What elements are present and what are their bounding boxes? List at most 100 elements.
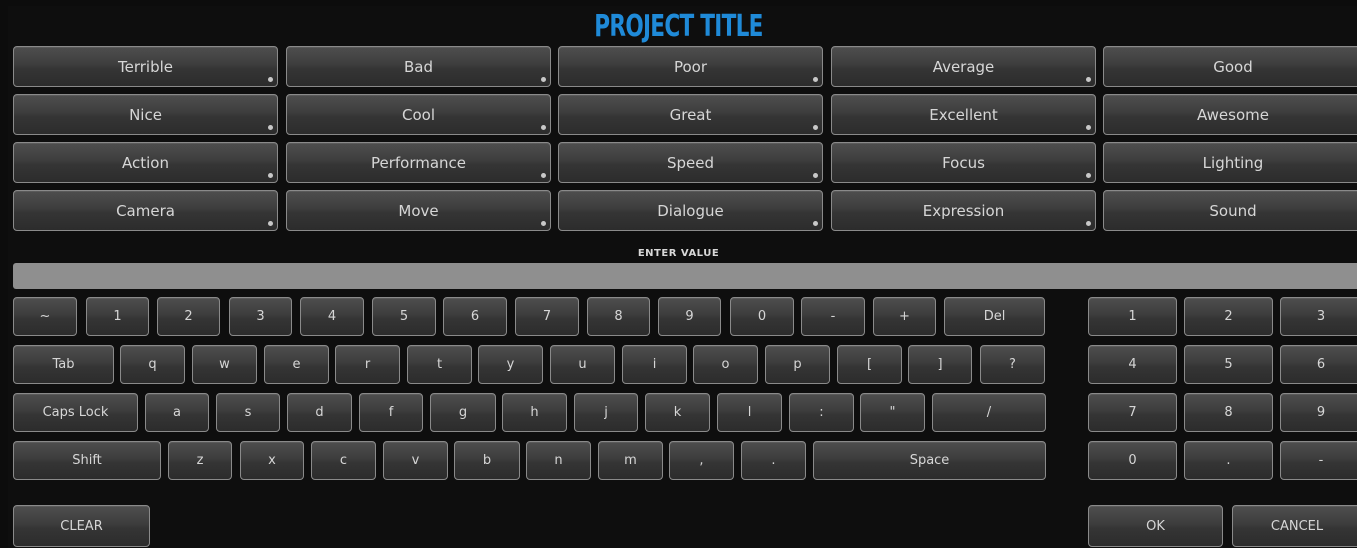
- key-row1-char-12[interactable]: +: [873, 297, 936, 336]
- key-row4-shift[interactable]: Shift: [13, 441, 161, 480]
- key-row1-del[interactable]: Del: [944, 297, 1045, 336]
- key-row1-char-11[interactable]: -: [801, 297, 865, 336]
- preset-button-lighting[interactable]: Lighting: [1103, 142, 1357, 183]
- numpad-key-2-2[interactable]: 9: [1280, 393, 1357, 432]
- key-row2-char-9[interactable]: o: [693, 345, 758, 384]
- key-row4-char-5[interactable]: b: [454, 441, 520, 480]
- key-row3-char-3[interactable]: d: [287, 393, 352, 432]
- key-row1-char-10[interactable]: 0: [730, 297, 794, 336]
- key-row3-char-10[interactable]: :: [789, 393, 854, 432]
- key-row4-char-1[interactable]: z: [168, 441, 232, 480]
- key-row1-char-10-label: 0: [757, 309, 767, 324]
- key-row2-char-11[interactable]: [: [837, 345, 902, 384]
- preset-button-performance[interactable]: Performance: [286, 142, 551, 183]
- preset-button-nice[interactable]: Nice: [13, 94, 278, 135]
- key-row4-char-6[interactable]: n: [526, 441, 591, 480]
- preset-button-awesome[interactable]: Awesome: [1103, 94, 1357, 135]
- numpad-key-2-1[interactable]: 8: [1184, 393, 1273, 432]
- key-row4-char-3[interactable]: c: [311, 441, 376, 480]
- preset-button-camera[interactable]: Camera: [13, 190, 278, 231]
- key-row2-char-13[interactable]: ?: [980, 345, 1045, 384]
- key-row2-char-4[interactable]: r: [335, 345, 400, 384]
- key-row2-char-5[interactable]: t: [407, 345, 472, 384]
- key-row2-char-3[interactable]: e: [264, 345, 329, 384]
- preset-button-dialogue[interactable]: Dialogue: [558, 190, 823, 231]
- key-row3-char-6[interactable]: h: [502, 393, 567, 432]
- preset-button-good[interactable]: Good: [1103, 46, 1357, 87]
- key-row4-char-8[interactable]: ,: [669, 441, 734, 480]
- key-row2-char-12[interactable]: ]: [908, 345, 972, 384]
- clear-button[interactable]: CLEAR: [13, 505, 150, 547]
- numpad-key-3-1[interactable]: .: [1184, 441, 1273, 480]
- key-row1-char-5[interactable]: 5: [372, 297, 436, 336]
- preset-button-terrible[interactable]: Terrible: [13, 46, 278, 87]
- key-row3-char-7[interactable]: j: [574, 393, 638, 432]
- key-row3-char-4[interactable]: f: [359, 393, 423, 432]
- preset-button-sound[interactable]: Sound: [1103, 190, 1357, 231]
- key-row4-space[interactable]: Space: [813, 441, 1046, 480]
- key-row1-char-1-label: 1: [113, 309, 122, 324]
- key-row2-tab[interactable]: Tab: [13, 345, 114, 384]
- value-input[interactable]: [13, 263, 1357, 289]
- key-row3-char-2[interactable]: s: [216, 393, 280, 432]
- key-row1-char-3[interactable]: 3: [229, 297, 292, 336]
- key-row1-char-6[interactable]: 6: [443, 297, 507, 336]
- numpad-key-1-1[interactable]: 5: [1184, 345, 1273, 384]
- preset-button-expression[interactable]: Expression: [831, 190, 1096, 231]
- preset-button-excellent[interactable]: Excellent: [831, 94, 1096, 135]
- preset-button-bad[interactable]: Bad: [286, 46, 551, 87]
- key-row1-char-0[interactable]: ~: [13, 297, 77, 336]
- ok-button[interactable]: OK: [1088, 505, 1223, 547]
- key-row1-char-7[interactable]: 7: [515, 297, 579, 336]
- key-row3-char-12[interactable]: /: [932, 393, 1046, 432]
- preset-button-average-label: Average: [932, 57, 995, 76]
- preset-button-poor[interactable]: Poor: [558, 46, 823, 87]
- key-row3-char-8-label: k: [673, 405, 682, 420]
- preset-button-great[interactable]: Great: [558, 94, 823, 135]
- preset-button-average[interactable]: Average: [831, 46, 1096, 87]
- key-row2-char-8[interactable]: i: [622, 345, 687, 384]
- key-row4-char-4[interactable]: v: [383, 441, 448, 480]
- preset-button-great-label: Great: [669, 105, 712, 124]
- numpad-key-1-0[interactable]: 4: [1088, 345, 1177, 384]
- numpad-key-0-0[interactable]: 1: [1088, 297, 1177, 336]
- numpad-key-2-2-label: 9: [1316, 405, 1326, 420]
- key-row1-char-2[interactable]: 2: [157, 297, 220, 336]
- key-row4-char-7[interactable]: m: [598, 441, 663, 480]
- key-row3-char-1[interactable]: a: [145, 393, 209, 432]
- key-row3-char-12-label: /: [986, 405, 992, 420]
- key-row4-char-9[interactable]: .: [741, 441, 806, 480]
- preset-button-focus-label: Focus: [942, 153, 985, 172]
- numpad-key-3-2[interactable]: -: [1280, 441, 1357, 480]
- corner-dot-icon: [813, 173, 818, 178]
- numpad-key-1-2[interactable]: 6: [1280, 345, 1357, 384]
- key-row2-char-1[interactable]: q: [120, 345, 185, 384]
- key-row2-char-10[interactable]: p: [765, 345, 830, 384]
- cancel-button[interactable]: CANCEL: [1232, 505, 1357, 547]
- preset-button-speed[interactable]: Speed: [558, 142, 823, 183]
- numpad-key-2-0[interactable]: 7: [1088, 393, 1177, 432]
- key-row3-char-9[interactable]: l: [717, 393, 782, 432]
- key-row3-char-5[interactable]: g: [430, 393, 496, 432]
- key-row1-char-1[interactable]: 1: [86, 297, 149, 336]
- numpad-key-3-0[interactable]: 0: [1088, 441, 1177, 480]
- key-row1-char-9[interactable]: 9: [658, 297, 721, 336]
- preset-button-focus[interactable]: Focus: [831, 142, 1096, 183]
- key-row2-char-2[interactable]: w: [192, 345, 257, 384]
- corner-dot-icon: [813, 221, 818, 226]
- key-row2-char-6[interactable]: y: [478, 345, 543, 384]
- key-row2-char-7[interactable]: u: [550, 345, 615, 384]
- preset-button-action[interactable]: Action: [13, 142, 278, 183]
- key-row4-char-2[interactable]: x: [240, 441, 304, 480]
- numpad-key-0-1[interactable]: 2: [1184, 297, 1273, 336]
- key-row3-caps-lock[interactable]: Caps Lock: [13, 393, 138, 432]
- preset-button-cool[interactable]: Cool: [286, 94, 551, 135]
- corner-dot-icon: [268, 77, 273, 82]
- key-row3-char-8[interactable]: k: [645, 393, 710, 432]
- preset-button-sound-label: Sound: [1209, 201, 1257, 220]
- preset-button-move[interactable]: Move: [286, 190, 551, 231]
- key-row1-char-4[interactable]: 4: [300, 297, 364, 336]
- key-row3-char-11[interactable]: ": [860, 393, 925, 432]
- numpad-key-0-2[interactable]: 3: [1280, 297, 1357, 336]
- key-row1-char-8[interactable]: 8: [587, 297, 650, 336]
